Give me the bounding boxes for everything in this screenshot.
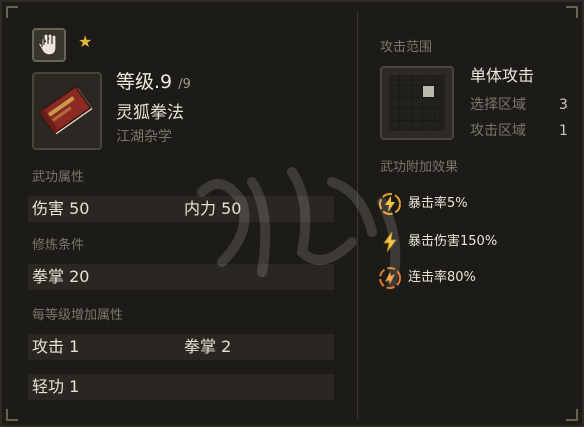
skill-name: 灵狐拳法 [116,103,184,123]
stat-label: 攻击 [32,337,65,356]
stat-label: 轻功 [32,377,65,396]
stat-damage: 伤害 50 [32,199,89,219]
stat-label: 拳掌 [32,267,65,286]
per-level-fist: 拳掌 2 [184,337,231,357]
stat-label: 伤害 [32,199,65,218]
skill-detail-panel: ★ 等级.9 /9 灵狐拳法 江湖杂学 武功属性 伤害 50 内力 50 修炼条… [0,0,584,427]
per-level-attack: 攻击 1 [32,337,79,357]
frame-corner [6,409,18,421]
attack-area-label: 攻击区域 [470,123,526,139]
skill-category: 江湖杂学 [116,129,172,145]
book-icon [38,85,93,135]
per-level-agility: 轻功 1 [32,377,79,397]
level-label: 等级 [116,71,155,93]
stat-label: 拳掌 [184,337,217,356]
stat-value: 20 [69,267,90,286]
watermark-brush [197,167,401,287]
attributes-title: 武功属性 [32,170,85,185]
stat-value: 50 [69,199,90,218]
frame-corner [6,6,18,18]
stat-value: 1 [69,337,80,356]
skill-level: 等级.9 /9 [116,70,191,97]
frame-corner [566,6,578,18]
frame-corner [566,409,578,421]
star-icon: ★ [78,32,93,51]
range-type: 单体攻击 [470,66,535,85]
level-max: /9 [178,77,191,92]
per-level-title: 每等级增加属性 [32,308,124,323]
attack-area-value: 1 [559,123,568,139]
range-grid [380,66,454,140]
target-cell [423,86,434,97]
select-area-value: 3 [559,97,568,113]
skill-book-slot[interactable] [32,72,102,150]
requirements-title: 修炼条件 [32,238,85,253]
level-value: .9 [154,71,173,93]
req-fist: 拳掌 20 [32,267,89,287]
stat-value: 1 [69,377,80,396]
stat-value: 2 [221,337,232,356]
range-title: 攻击范围 [380,40,433,55]
hand-icon[interactable] [32,28,66,62]
select-area-label: 选择区域 [470,97,526,113]
